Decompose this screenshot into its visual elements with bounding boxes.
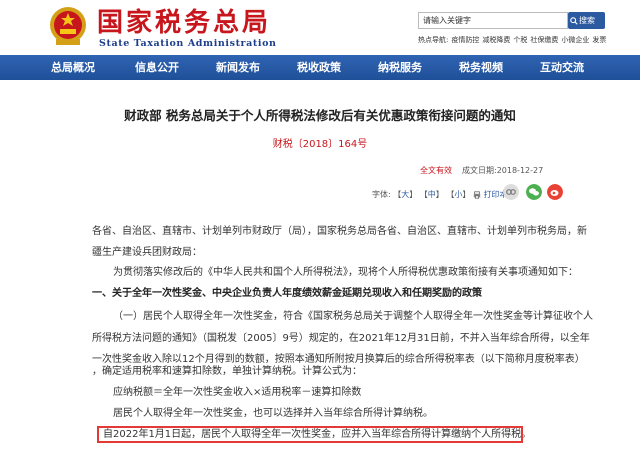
hot-link-tax-cut[interactable]: 减税降费 xyxy=(482,36,510,44)
site-header: 国家税务总局 State Taxation Administration 请输入… xyxy=(0,0,640,52)
article-meta: 全文有效 成文日期:2018-12-27 xyxy=(420,165,543,176)
hot-link-social-security[interactable]: 社保缴费 xyxy=(530,36,558,44)
search-icon xyxy=(570,16,578,25)
highlight-box xyxy=(97,426,523,443)
nav-item-tax-service[interactable]: 纳税服务 xyxy=(369,55,431,80)
section-heading-1: 一、关于全年一次性奖金、中央企业负责人年度绩效薪金延期兑现收入和任期奖励的政策 xyxy=(92,288,482,299)
font-label: 字体: xyxy=(372,190,391,199)
page-title: 财政部 税务总局关于个人所得税法修改后有关优惠政策衔接问题的通知 xyxy=(124,108,516,123)
paragraph-option: 居民个人取得全年一次性奖金，也可以选择并入当年综合所得计算纳税。 xyxy=(113,408,433,419)
document-number: 财税〔2018〕164号 xyxy=(272,139,368,150)
search-button[interactable]: 搜索 xyxy=(568,12,605,29)
search-input[interactable]: 请输入关键字 xyxy=(418,12,568,29)
site-logo-text[interactable]: 国家税务总局 xyxy=(97,8,271,38)
main-nav: 总局概况 信息公开 新闻发布 税收政策 纳税服务 税务视频 互动交流 xyxy=(0,55,640,80)
paragraph-intro: 为贯彻落实修改后的《中华人民共和国个人所得税法》，现将个人所得税优惠政策衔接有关… xyxy=(113,267,578,278)
hot-link-iit[interactable]: 个税 xyxy=(513,36,527,44)
nav-item-interaction[interactable]: 互动交流 xyxy=(531,55,593,80)
font-large-link[interactable]: 大 xyxy=(401,190,409,199)
site-logo-english: State Taxation Administration xyxy=(99,38,277,49)
hot-links-label: 热点导航: xyxy=(418,36,449,44)
hot-link-invoice[interactable]: 发票 xyxy=(592,36,606,44)
search-button-label: 搜索 xyxy=(579,16,595,25)
nav-item-info-disclosure[interactable]: 信息公开 xyxy=(126,55,188,80)
wechat-share-icon[interactable] xyxy=(526,184,542,200)
share-link-icon[interactable] xyxy=(503,184,519,200)
hot-links: 热点导航: 疫情防控 减税降费 个税 社保缴费 小微企业 发票 xyxy=(418,35,618,45)
nav-item-news[interactable]: 新闻发布 xyxy=(207,55,269,80)
font-size-controls: 字体: 【大】 【中】 【小】 打印本页 xyxy=(372,190,516,199)
paragraph-body-line-1: （一）居民个人取得全年一次性奖金，符合《国家税务总局关于调整个人取得全年一次性奖… xyxy=(113,311,593,322)
formula-line: 应纳税额＝全年一次性奖金收入×适用税率－速算扣除数 xyxy=(113,387,362,398)
nav-item-overview[interactable]: 总局概况 xyxy=(42,55,104,80)
paragraph-body-line-4: ，确定适用税率和速算扣除数，单独计算纳税。计算公式为： xyxy=(92,366,362,377)
font-small-link[interactable]: 小 xyxy=(454,190,462,199)
paragraph-recipients-2: 疆生产建设兵团财政局： xyxy=(92,247,202,258)
paragraph-recipients-1: 各省、自治区、直辖市、计划单列市财政厅（局），国家税务总局各省、自治区、直辖市、… xyxy=(92,226,587,237)
paragraph-body-line-2: 所得税方法问题的通知》（国税发〔2005〕9号）规定的，在2021年12月31日… xyxy=(92,333,590,344)
issue-date: 成文日期:2018-12-27 xyxy=(462,166,544,175)
nav-item-tax-video[interactable]: 税务视频 xyxy=(450,55,512,80)
national-emblem-icon[interactable] xyxy=(48,5,88,47)
font-medium-link[interactable]: 中 xyxy=(428,190,436,199)
print-icon[interactable] xyxy=(473,190,481,199)
hot-link-small-business[interactable]: 小微企业 xyxy=(561,36,589,44)
weibo-share-icon[interactable] xyxy=(547,184,563,200)
nav-item-tax-policy[interactable]: 税收政策 xyxy=(288,55,350,80)
hot-link-epidemic[interactable]: 疫情防控 xyxy=(451,36,479,44)
validity-status: 全文有效 xyxy=(420,166,452,175)
